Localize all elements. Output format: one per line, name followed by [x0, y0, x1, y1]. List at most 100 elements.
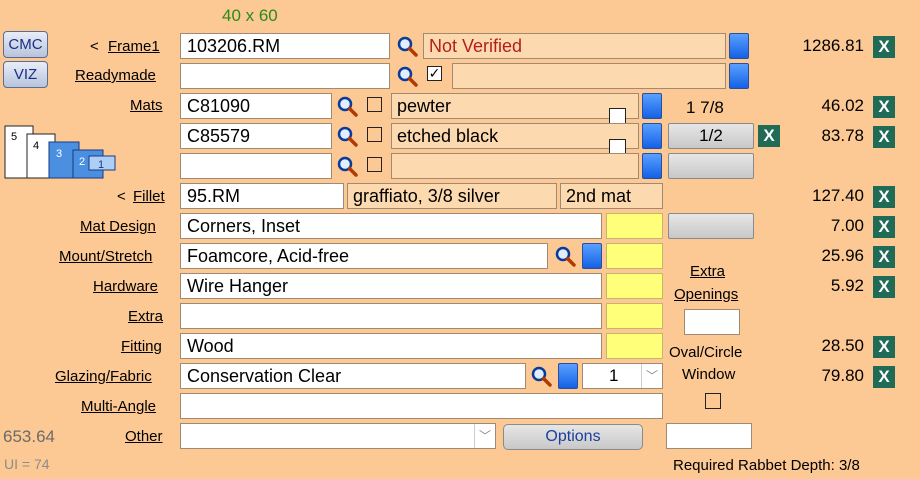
mat-design-swatch[interactable]: [606, 213, 663, 239]
glazing-qty-select[interactable]: 1 ﹀: [582, 363, 663, 389]
mat-stack-icon[interactable]: 5 4 3 2 1: [3, 124, 123, 180]
mat3-checkbox[interactable]: [367, 157, 382, 172]
mount-pick-button[interactable]: [582, 243, 602, 269]
frame-label[interactable]: Frame1: [108, 38, 160, 55]
frame-search-icon[interactable]: [396, 35, 418, 57]
multi-angle-field[interactable]: [180, 393, 663, 419]
mat2-pick-button[interactable]: [642, 123, 662, 149]
mat2-code-field[interactable]: C85579: [180, 123, 332, 149]
mount-remove-button[interactable]: X: [873, 246, 895, 268]
mat3-pick-button[interactable]: [642, 153, 662, 179]
glazing-remove-button[interactable]: X: [873, 366, 895, 388]
total-amount: 653.64: [3, 427, 55, 446]
frame-status-field: Not Verified: [423, 33, 726, 59]
viz-button[interactable]: VIZ: [3, 61, 48, 88]
mat-width: 1 7/8: [686, 98, 724, 117]
extra-swatch[interactable]: [606, 303, 663, 329]
readymade-search-icon[interactable]: [396, 65, 418, 87]
mat-reveal-button[interactable]: 1/2: [668, 123, 754, 149]
mat-design-label[interactable]: Mat Design: [80, 218, 156, 235]
mount-label[interactable]: Mount/Stretch: [59, 248, 152, 265]
mat2-name-field: etched black: [391, 123, 639, 149]
readymade-desc-field: [452, 63, 726, 89]
rabbet-depth: Required Rabbet Depth: 3/8: [673, 457, 860, 474]
readymade-pick-button[interactable]: [729, 63, 749, 89]
chevron-down-icon: ﹀: [641, 364, 662, 388]
other-label[interactable]: Other: [125, 428, 163, 445]
readymade-checkbox[interactable]: ✓: [427, 66, 442, 81]
options-button[interactable]: Options: [503, 424, 643, 450]
frame-prefix: <: [90, 38, 99, 55]
frame-remove-button[interactable]: X: [873, 36, 895, 58]
extra-openings-field[interactable]: [684, 309, 740, 335]
fillet-price: 127.40: [812, 186, 864, 205]
mount-price: 25.96: [821, 246, 864, 265]
hardware-swatch[interactable]: [606, 273, 663, 299]
hardware-remove-button[interactable]: X: [873, 276, 895, 298]
fitting-price: 28.50: [821, 336, 864, 355]
mat3-search-icon[interactable]: [336, 155, 358, 177]
mat-stack-2: 2: [79, 156, 85, 168]
frame-pick-button[interactable]: [729, 33, 749, 59]
mat1-code-field[interactable]: C81090: [180, 93, 332, 119]
extra-field[interactable]: [180, 303, 602, 329]
mount-swatch[interactable]: [606, 243, 663, 269]
multi-angle-label[interactable]: Multi-Angle: [81, 398, 156, 415]
readymade-label[interactable]: Readymade: [75, 67, 156, 84]
frame-size: 40 x 60: [222, 6, 278, 25]
fitting-field[interactable]: Wood: [180, 333, 602, 359]
extra-openings-label-2[interactable]: Openings: [674, 286, 738, 303]
mat2-remove-button[interactable]: X: [873, 126, 895, 148]
ui-indicator: UI = 74: [4, 456, 50, 472]
chevron-down-icon: ﹀: [474, 424, 495, 448]
mount-field[interactable]: Foamcore, Acid-free: [180, 243, 548, 269]
mat-design-field[interactable]: Corners, Inset: [180, 213, 602, 239]
mat2-search-icon[interactable]: [336, 125, 358, 147]
fillet-position-field: 2nd mat: [560, 183, 663, 209]
glazing-search-icon[interactable]: [530, 365, 552, 387]
mat3-name-field: [391, 153, 639, 179]
glazing-qty-value: 1: [609, 366, 619, 385]
extra-label[interactable]: Extra: [128, 308, 163, 325]
other-value-field[interactable]: [666, 423, 752, 449]
frame-price: 1286.81: [802, 36, 864, 55]
fillet-prefix: <: [117, 188, 126, 205]
glazing-pick-button[interactable]: [558, 363, 578, 389]
glazing-label[interactable]: Glazing/Fabric: [55, 368, 152, 385]
oval-window-checkbox[interactable]: [705, 393, 721, 409]
mount-search-icon[interactable]: [554, 245, 576, 267]
mat-design-remove-button[interactable]: X: [873, 216, 895, 238]
fitting-remove-button[interactable]: X: [873, 336, 895, 358]
frame-code-field[interactable]: 103206.RM: [180, 33, 390, 59]
mat-design-price: 7.00: [830, 216, 864, 235]
mat1-price: 46.02: [821, 96, 864, 115]
extra-openings-label-1[interactable]: Extra: [690, 263, 725, 280]
fillet-code-field[interactable]: 95.RM: [180, 183, 344, 209]
other-select[interactable]: ﹀: [180, 423, 496, 449]
hardware-field[interactable]: Wire Hanger: [180, 273, 602, 299]
glazing-price: 79.80: [821, 366, 864, 385]
mat-stack-3: 3: [56, 148, 62, 160]
mat-stack-5: 5: [11, 131, 17, 143]
oval-label-1: Oval/Circle: [669, 344, 743, 361]
mat3-code-field[interactable]: [180, 153, 332, 179]
mat3-reveal-button[interactable]: [668, 153, 754, 179]
fitting-swatch[interactable]: [606, 333, 663, 359]
mat1-pick-button[interactable]: [642, 93, 662, 119]
mat-design-extra-button[interactable]: [668, 213, 754, 239]
fitting-label[interactable]: Fitting: [121, 338, 162, 355]
hardware-price: 5.92: [830, 276, 864, 295]
mat-reveal-remove-button[interactable]: X: [758, 125, 780, 147]
fillet-label[interactable]: Fillet: [133, 188, 165, 205]
readymade-code-field[interactable]: [180, 63, 390, 89]
mat1-search-icon[interactable]: [336, 95, 358, 117]
mat1-remove-button[interactable]: X: [873, 96, 895, 118]
mat1-checkbox[interactable]: [367, 97, 382, 112]
oval-label-2: Window: [682, 366, 736, 383]
hardware-label[interactable]: Hardware: [93, 278, 158, 295]
fillet-remove-button[interactable]: X: [873, 186, 895, 208]
mat2-checkbox[interactable]: [367, 127, 382, 142]
mats-label[interactable]: Mats: [130, 97, 163, 114]
glazing-field[interactable]: Conservation Clear: [180, 363, 526, 389]
cmc-button[interactable]: CMC: [3, 31, 48, 58]
